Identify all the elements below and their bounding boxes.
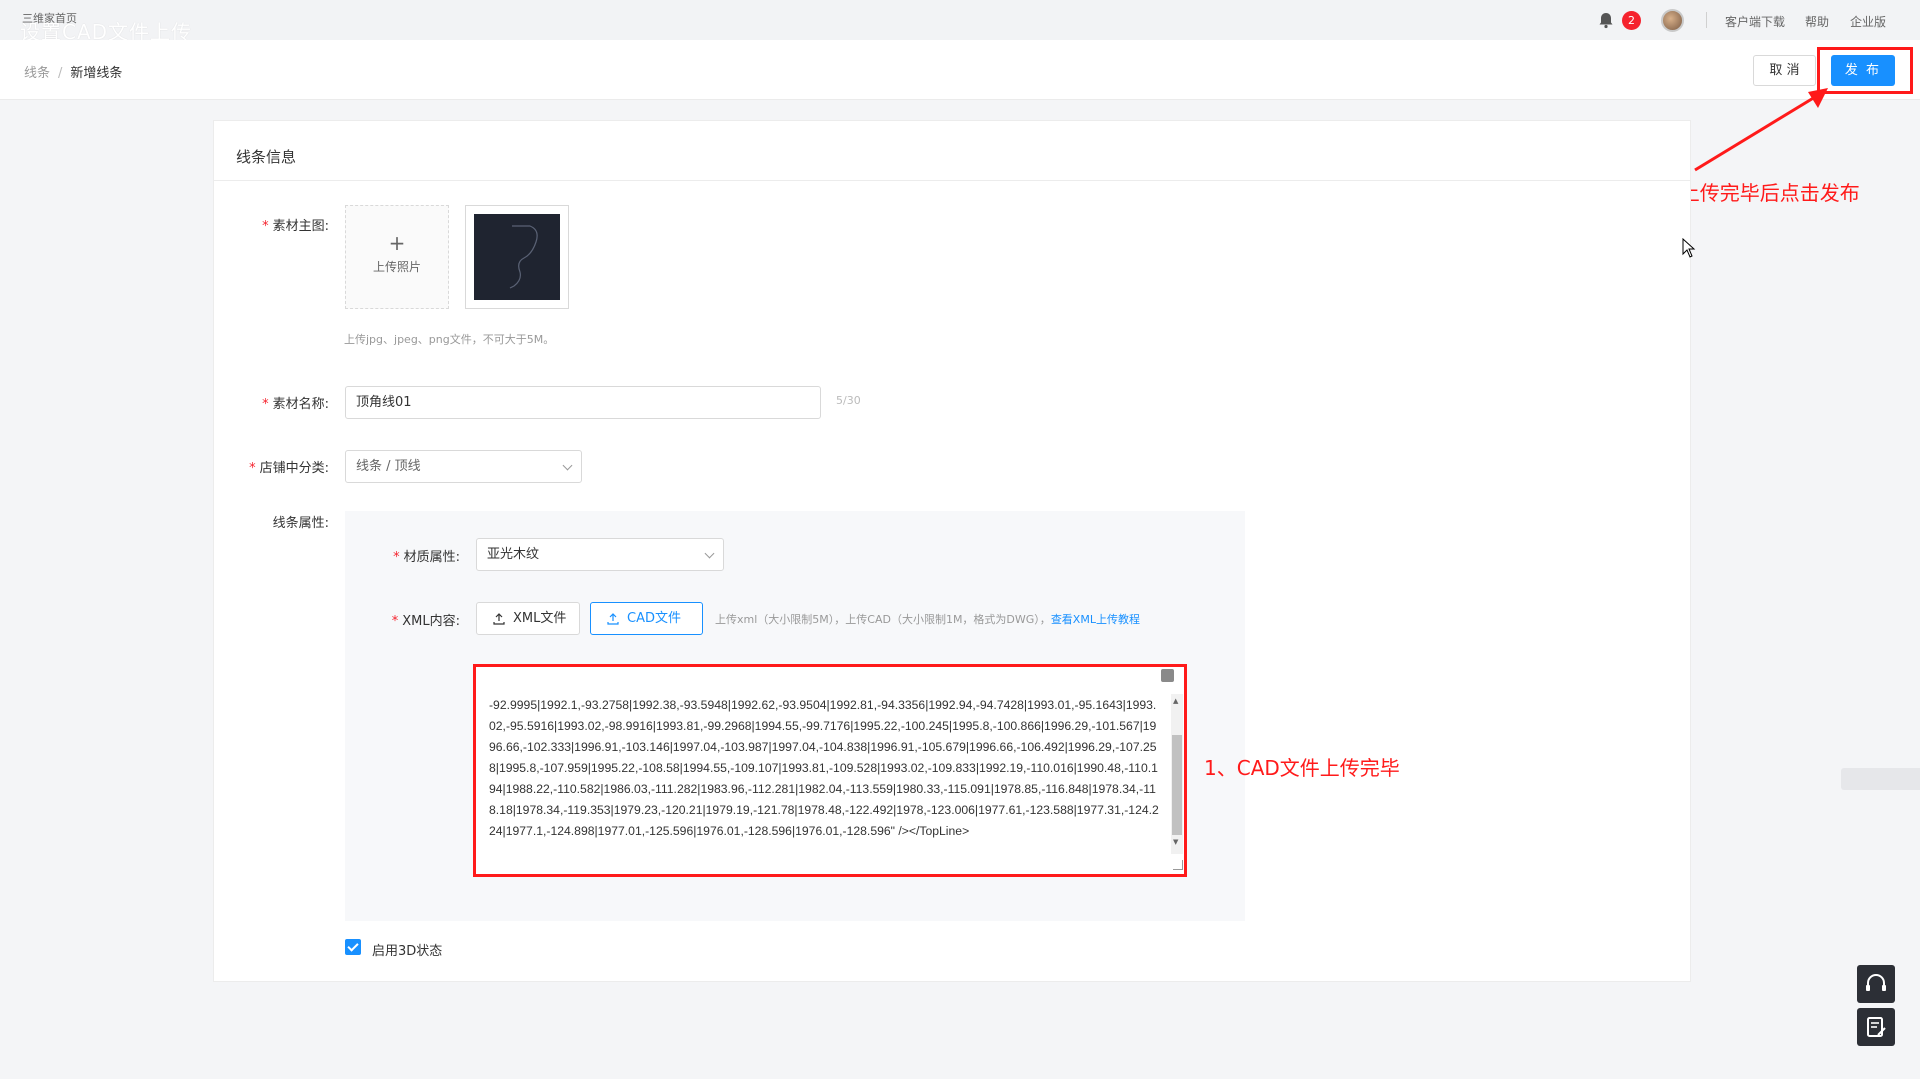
- scrollbar-thumb[interactable]: [1172, 735, 1182, 835]
- edit-note-icon: [1867, 1017, 1886, 1037]
- category-label: * 店铺中分类:: [249, 461, 329, 476]
- name-label: * 素材名称:: [262, 397, 329, 412]
- xml-label: * XML内容:: [391, 614, 460, 629]
- cad-file-upload-button[interactable]: CAD文件: [590, 602, 703, 635]
- expand-icon[interactable]: [1161, 669, 1174, 682]
- annotation-arrow: [1694, 88, 1828, 172]
- material-select[interactable]: 亚光木纹: [476, 538, 724, 571]
- upload-hint: 上传jpg、jpeg、png文件，不可大于5M。: [344, 333, 555, 346]
- breadcrumb-current: 新增线条: [70, 66, 123, 81]
- section-divider: [213, 180, 1691, 181]
- scroll-down-arrow-icon[interactable]: ▼: [1173, 838, 1178, 846]
- scroll-up-arrow-icon[interactable]: ▲: [1173, 697, 1178, 705]
- enable-3d-label[interactable]: 启用3D状态: [372, 940, 442, 959]
- breadcrumb: 线条 / 新增线条: [24, 62, 122, 81]
- material-value: 亚光木纹: [487, 547, 540, 562]
- enterprise-link[interactable]: 企业版: [1850, 13, 1886, 30]
- material-name-input[interactable]: 顶角线01: [345, 386, 821, 419]
- main-image-label: * 素材主图:: [262, 219, 329, 234]
- client-download-link[interactable]: 客户端下载: [1725, 13, 1785, 30]
- enable-3d-checkbox[interactable]: [345, 939, 361, 955]
- category-value: 线条 / 顶线: [356, 459, 421, 474]
- annotation-step1: 1、CAD文件上传完毕: [1204, 756, 1400, 780]
- help-link[interactable]: 帮助: [1805, 13, 1829, 30]
- xml-file-label: XML文件: [513, 611, 567, 626]
- main-image-label-text: 素材主图:: [272, 219, 329, 234]
- feedback-button[interactable]: [1857, 1008, 1895, 1046]
- section-title: 线条信息: [236, 148, 297, 166]
- breadcrumb-separator: /: [58, 66, 63, 81]
- plus-icon: +: [388, 231, 406, 255]
- breadcrumb-parent[interactable]: 线条: [24, 66, 50, 81]
- xml-tutorial-link[interactable]: 查看XML上传教程: [1051, 613, 1140, 626]
- name-char-counter: 5/30: [836, 394, 861, 407]
- top-bar: 三维家首页 设置CAD文件上传 2 客户端下载 帮助 企业版: [0, 0, 1920, 44]
- bell-icon[interactable]: [1597, 11, 1615, 29]
- chevron-down-icon: [562, 460, 573, 471]
- chevron-down-icon: [704, 548, 715, 559]
- notification-badge: 2: [1622, 11, 1641, 30]
- xml-file-upload-button[interactable]: XML文件: [476, 602, 580, 635]
- mouse-cursor-icon: [1682, 238, 1696, 258]
- avatar[interactable]: [1661, 9, 1684, 32]
- category-select[interactable]: 线条 / 顶线: [345, 450, 582, 483]
- xml-label-text: XML内容:: [402, 614, 460, 629]
- upload-icon: [607, 613, 619, 625]
- category-label-text: 店铺中分类:: [259, 461, 329, 476]
- side-toolbar-widget[interactable]: [1841, 768, 1920, 790]
- line-attr-label: 线条属性:: [272, 516, 329, 531]
- resize-handle-icon[interactable]: [1173, 860, 1183, 870]
- headset-icon: [1866, 974, 1886, 991]
- upload-photo-label: 上传照片: [372, 260, 421, 274]
- xml-content-text: -92.9995|1992.1,-93.2758|1992.38,-93.594…: [489, 698, 1159, 838]
- upload-icon: [493, 613, 505, 625]
- customer-service-button[interactable]: [1857, 965, 1895, 1003]
- cad-file-label: CAD文件: [627, 611, 681, 626]
- xml-upload-hint: 上传xml（大小限制5M），上传CAD（大小限制1M，格式为DWG），查看XML…: [715, 611, 1140, 627]
- uploaded-image-thumbnail[interactable]: [465, 205, 569, 309]
- upload-photo-button[interactable]: + 上传照片: [345, 205, 449, 309]
- divider: [1706, 12, 1707, 28]
- name-label-text: 素材名称:: [272, 397, 329, 412]
- breadcrumb-bar: 线条 / 新增线条 取 消 发 布: [0, 40, 1920, 100]
- material-label: * 材质属性:: [393, 550, 460, 565]
- material-label-text: 材质属性:: [403, 550, 460, 565]
- xml-hint-text: 上传xml（大小限制5M），上传CAD（大小限制1M，格式为DWG），: [715, 613, 1051, 626]
- line-profile-image: [474, 214, 560, 300]
